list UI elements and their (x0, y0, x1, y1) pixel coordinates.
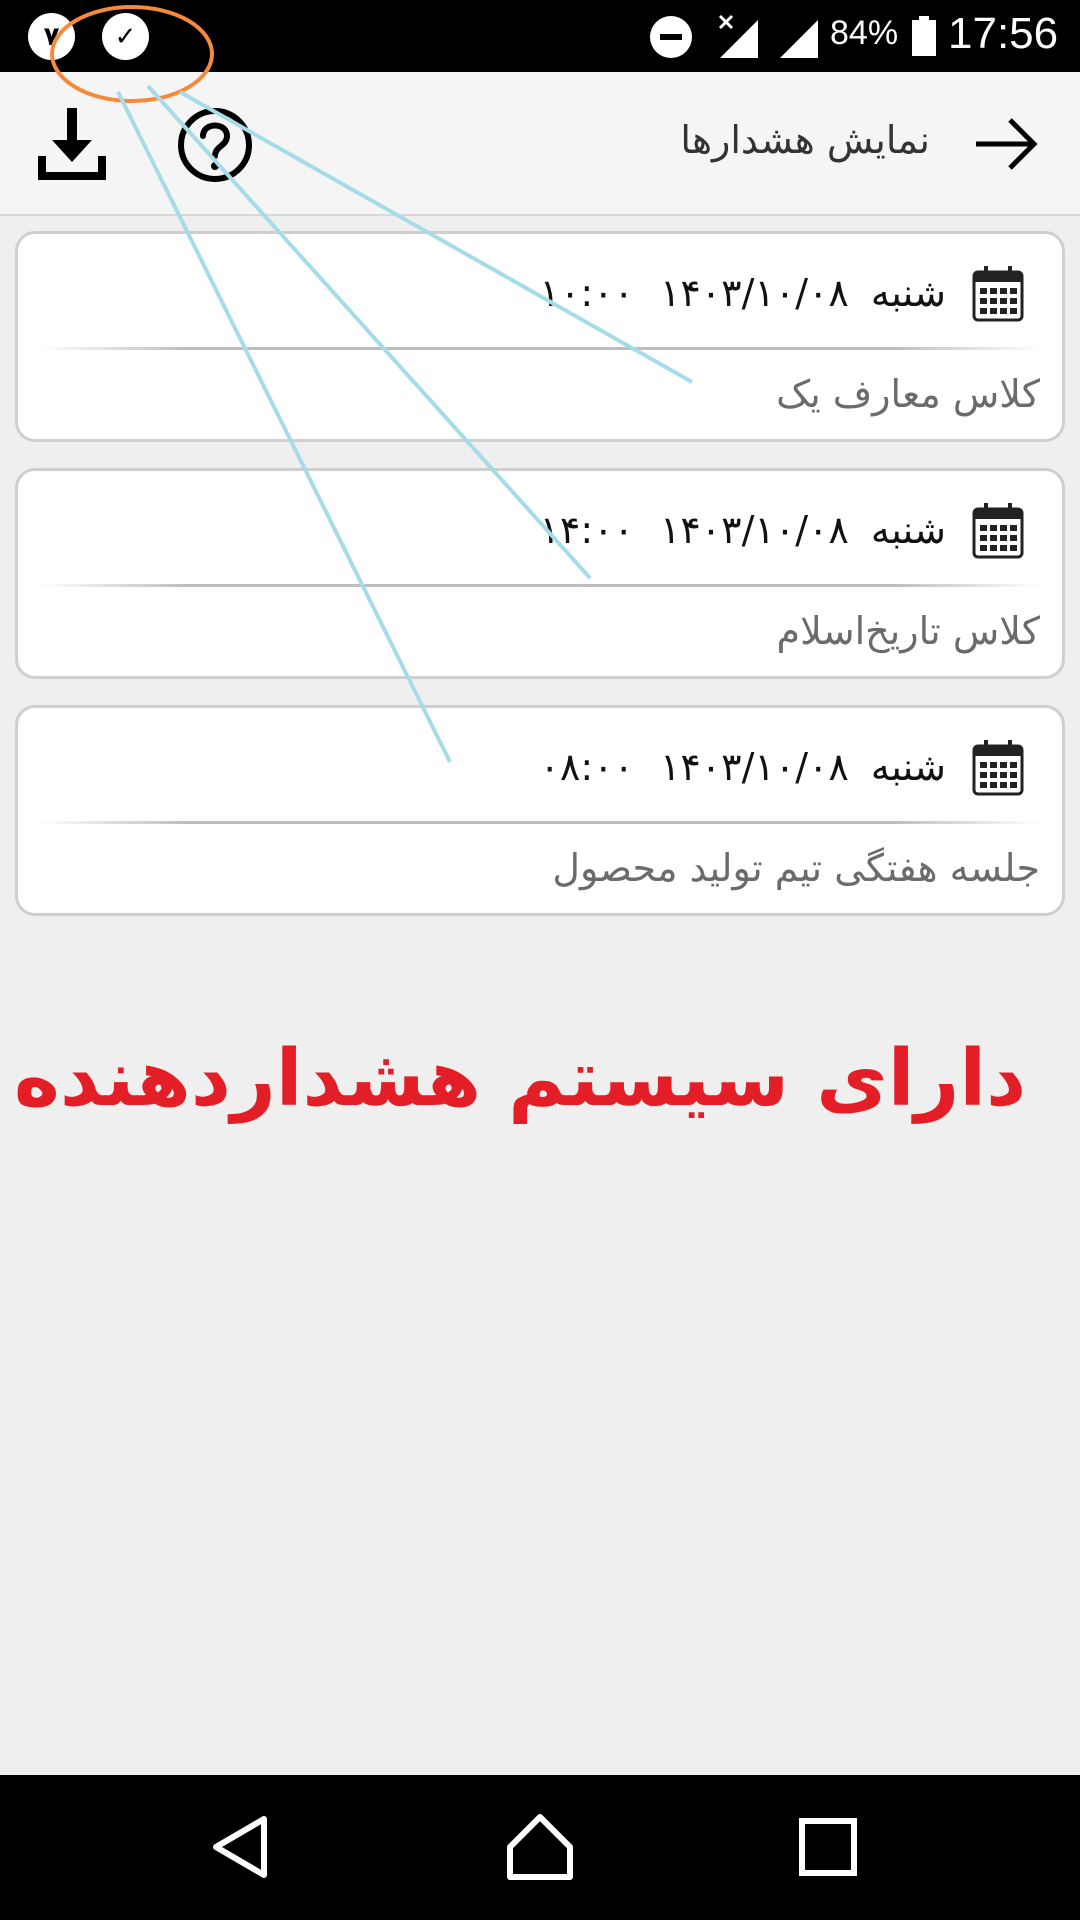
signal-icon (780, 20, 818, 58)
alert-title: کلاس معارف یک (776, 372, 1040, 416)
app-toolbar: نمایش هشدارها (0, 72, 1080, 216)
alert-day: شنبه (870, 508, 946, 552)
card-divider (38, 347, 1042, 350)
card-divider (38, 584, 1042, 587)
page-title: نمایش هشدارها (680, 118, 930, 162)
calendar-icon (972, 740, 1024, 796)
alert-card[interactable]: شنبه ۱۴۰۳/۱۰/۰۸ ۰۸:۰۰ جلسه هفتگی تیم تول… (15, 705, 1065, 916)
do-not-disturb-icon (650, 16, 692, 58)
calendar-icon (972, 266, 1024, 322)
alert-day: شنبه (870, 271, 946, 315)
alert-title: کلاس تاریخ‌اسلام (776, 609, 1040, 653)
card-divider (38, 821, 1042, 824)
battery-icon (912, 16, 936, 56)
alert-list: شنبه ۱۴۰۳/۱۰/۰۸ ۱۰:۰۰ کلاس معارف یک شنبه… (15, 231, 1065, 942)
signal-no-sim-icon (718, 14, 758, 58)
nav-home-icon[interactable] (504, 1811, 576, 1883)
alert-datetime: شنبه ۱۴۰۳/۱۰/۰۸ ۱۴:۰۰ (540, 499, 1025, 561)
help-icon[interactable] (176, 106, 254, 184)
navigation-bar (0, 1775, 1080, 1920)
nav-recents-icon[interactable] (792, 1811, 864, 1883)
alert-card[interactable]: شنبه ۱۴۰۳/۱۰/۰۸ ۱۰:۰۰ کلاس معارف یک (15, 231, 1065, 442)
alert-time: ۱۰:۰۰ (539, 271, 634, 315)
alert-title: جلسه هفتگی تیم تولید محصول (552, 846, 1040, 890)
feature-headline: دارای سیستم هشداردهنده (13, 1034, 1027, 1124)
alert-date: ۱۴۰۳/۱۰/۰۸ (659, 508, 849, 552)
alert-time: ۰۸:۰۰ (539, 745, 634, 789)
alert-date: ۱۴۰۳/۱۰/۰۸ (659, 745, 849, 789)
alert-datetime: شنبه ۱۴۰۳/۱۰/۰۸ ۱۰:۰۰ (540, 262, 1025, 324)
battery-percent: 84% (830, 14, 899, 52)
alert-datetime: شنبه ۱۴۰۳/۱۰/۰۸ ۰۸:۰۰ (540, 736, 1025, 798)
download-icon[interactable] (34, 104, 110, 184)
alert-date: ۱۴۰۳/۱۰/۰۸ (659, 271, 849, 315)
alert-day: شنبه (870, 745, 946, 789)
notification-badge-icon: ۷ (28, 13, 75, 60)
back-arrow-icon[interactable] (970, 112, 1042, 176)
status-bar: ۷ ✓ 84% 17:56 (0, 0, 1080, 72)
calendar-icon (972, 503, 1024, 559)
nav-back-icon[interactable] (204, 1811, 276, 1883)
alert-time: ۱۴:۰۰ (539, 508, 634, 552)
alert-notification-icon: ✓ (102, 13, 149, 60)
alert-card[interactable]: شنبه ۱۴۰۳/۱۰/۰۸ ۱۴:۰۰ کلاس تاریخ‌اسلام (15, 468, 1065, 679)
status-clock: 17:56 (948, 9, 1059, 58)
